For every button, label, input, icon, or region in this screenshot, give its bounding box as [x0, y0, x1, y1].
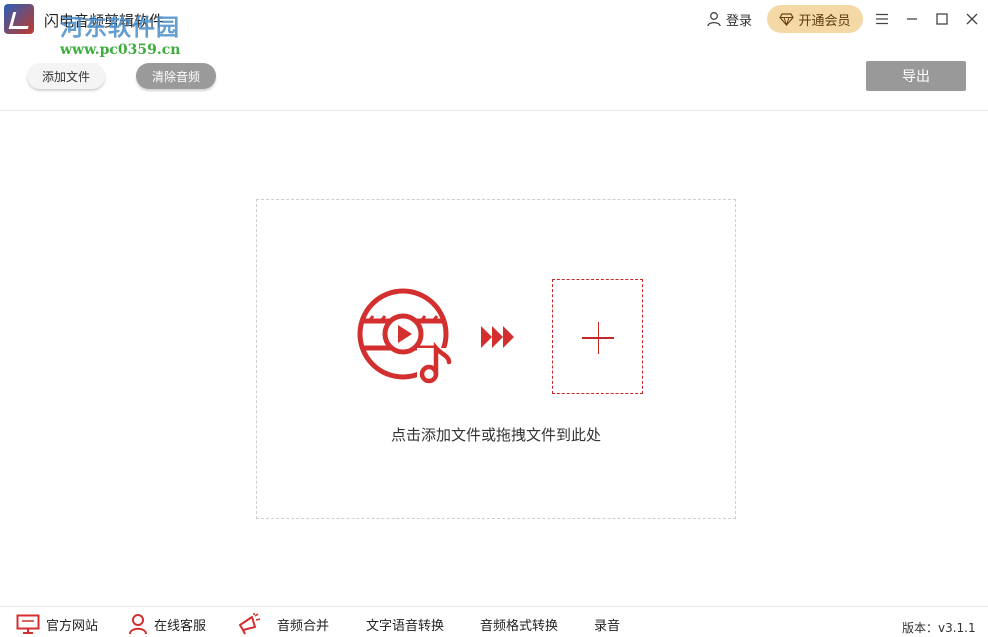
footer-audio-format-convert[interactable]: 音频格式转换: [480, 612, 558, 636]
add-file-plus-box[interactable]: [552, 279, 643, 394]
title-bar: 闪电音频剪辑软件 河东软件园 登录 开通会员: [0, 0, 988, 41]
menu-button[interactable]: [873, 10, 891, 28]
watermark-url: www.pc0359.cn: [60, 42, 181, 58]
footer-item-label: 录音: [594, 618, 621, 634]
login-label: 登录: [726, 13, 753, 29]
footer-official-site[interactable]: 官方网站: [16, 612, 98, 636]
footer-record[interactable]: 录音: [594, 612, 620, 636]
minimize-button[interactable]: [903, 10, 921, 28]
footer-audio-merge[interactable]: 音频合并: [237, 612, 329, 636]
footer-item-label: 在线客服: [154, 618, 207, 634]
footer-item-label: 文字语音转换: [366, 618, 445, 634]
maximize-icon: [936, 13, 948, 25]
close-icon: [966, 13, 978, 25]
user-icon: [129, 614, 147, 635]
footer-item-label: 官方网站: [46, 618, 99, 634]
monitor-icon: [16, 614, 40, 634]
watermark-text: 河东软件园: [60, 14, 180, 41]
toolbar-divider: [0, 110, 988, 111]
footer-online-support[interactable]: 在线客服: [128, 612, 206, 636]
file-drop-zone[interactable]: 点击添加文件或拖拽文件到此处: [256, 199, 736, 519]
clear-audio-button[interactable]: 清除音频: [136, 63, 216, 89]
diamond-icon: [779, 12, 795, 26]
user-icon: [707, 12, 721, 27]
footer-divider: [0, 606, 988, 607]
forward-arrows-icon: [481, 326, 514, 348]
footer-item-label: 音频合并: [277, 618, 330, 634]
app-logo-icon: [4, 4, 34, 34]
add-file-button[interactable]: 添加文件: [27, 63, 105, 89]
bullhorn-icon: [239, 613, 261, 635]
vip-button[interactable]: 开通会员: [767, 5, 863, 33]
vip-label: 开通会员: [798, 13, 851, 29]
footer-text-to-speech[interactable]: 文字语音转换: [366, 612, 444, 636]
menu-icon: [876, 13, 888, 25]
audio-video-icon: [357, 288, 452, 384]
export-button[interactable]: 导出: [866, 61, 966, 91]
drop-hint-text: 点击添加文件或拖拽文件到此处: [390, 426, 601, 444]
maximize-button[interactable]: [933, 10, 951, 28]
close-button[interactable]: [963, 10, 981, 28]
version-label: 版本：v3.1.1: [902, 621, 976, 635]
login-button[interactable]: 登录: [706, 8, 752, 30]
minimize-icon: [907, 18, 917, 20]
footer-item-label: 音频格式转换: [480, 618, 559, 634]
